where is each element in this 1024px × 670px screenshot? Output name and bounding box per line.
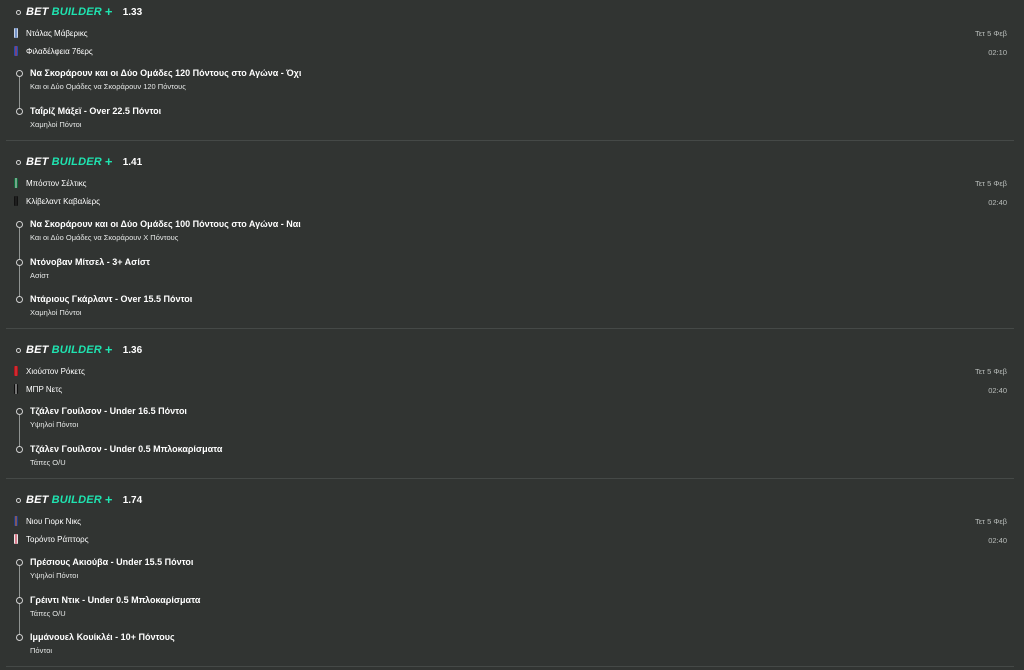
jersey-icon <box>14 178 18 188</box>
event-time: 02:10 <box>988 48 1007 57</box>
bet-builder-logo: BET BUILDER + <box>26 342 113 357</box>
selection-dot-icon <box>16 408 23 415</box>
bet-builder-header: BET BUILDER + 1.33 <box>16 4 142 20</box>
bet-builder-logo: BET BUILDER + <box>26 154 113 169</box>
event-date: Τετ 5 Φεβ <box>974 179 1007 188</box>
bet-builder-card[interactable]: BET BUILDER + 1.36 Χιούστον Ρόκετς ΜΠΡ Ν… <box>6 338 1014 479</box>
logo-bet-text: BET <box>26 156 49 168</box>
selection-market: Ασίστ <box>30 271 49 280</box>
selection-market: Χαμηλοί Πόντοι <box>30 308 82 317</box>
bet-odds: 1.74 <box>122 494 143 506</box>
team-away-name: Φιλαδέλφεια 76ερς <box>26 46 93 56</box>
selection-title: Να Σκοράρουν και οι Δύο Ομάδες 100 Πόντο… <box>30 219 301 229</box>
bet-odds: 1.33 <box>122 6 143 18</box>
jersey-icon <box>14 366 18 376</box>
selection-market: Τάπες O/U <box>30 609 66 618</box>
selection-dot-icon <box>16 597 23 604</box>
selection-title: Ιμμάνουελ Κουίκλέι - 10+ Πόντους <box>30 632 175 642</box>
logo-builder-text: BUILDER <box>51 494 102 506</box>
plus-icon: + <box>104 342 113 357</box>
selection-dot-icon <box>16 259 23 266</box>
team-home-name: Χιούστον Ρόκετς <box>26 366 85 376</box>
bet-builder-header: BET BUILDER + 1.41 <box>16 154 142 170</box>
selection-title: Γρέιντι Ντικ - Under 0.5 Μπλοκαρίσματα <box>30 595 201 605</box>
team-home-name: Μπόστον Σέλτικς <box>26 178 87 188</box>
event-date: Τετ 5 Φεβ <box>974 367 1007 376</box>
bet-builder-list[interactable]: BET BUILDER + 1.33 Ντάλας Μάβερικς Φιλαδ… <box>0 0 1024 670</box>
event-time: 02:40 <box>988 536 1007 545</box>
team-home: Χιούστον Ρόκετς <box>14 364 85 378</box>
circle-icon <box>16 159 21 165</box>
event-time: 02:40 <box>988 198 1007 207</box>
selection-dot-icon <box>16 634 23 641</box>
selection-dot-icon <box>16 296 23 303</box>
selection-title: Τζάλεν Γουίλσον - Under 16.5 Πόντοι <box>30 406 187 416</box>
circle-icon <box>16 347 21 353</box>
selection-market: Πόντοι <box>30 646 53 655</box>
bet-builder-card[interactable]: BET BUILDER + 1.33 Ντάλας Μάβερικς Φιλαδ… <box>6 0 1014 141</box>
team-away: Κλίβελαντ Καβαλίερς <box>14 194 100 208</box>
team-home-name: Ντάλας Μάβερικς <box>26 28 88 38</box>
jersey-icon <box>14 196 18 206</box>
team-away-name: ΜΠΡ Νετς <box>26 384 63 394</box>
logo-builder-text: BUILDER <box>51 156 102 168</box>
team-home-name: Νιου Γιορκ Νικς <box>26 516 81 526</box>
selection-market: Τάπες O/U <box>30 458 66 467</box>
logo-bet-text: BET <box>26 6 49 18</box>
jersey-icon <box>14 384 18 394</box>
event-date: Τετ 5 Φεβ <box>974 29 1007 38</box>
selection-market: Και οι Δύο Ομάδες να Σκοράρουν Χ Πόντους <box>30 233 179 242</box>
team-away-name: Κλίβελαντ Καβαλίερς <box>26 196 101 206</box>
selection-title: Πρέσιους Ακιούβα - Under 15.5 Πόντοι <box>30 557 194 567</box>
selection-market: Υψηλοί Πόντοι <box>30 571 79 580</box>
selection-dot-icon <box>16 70 23 77</box>
bet-builder-card[interactable]: BET BUILDER + 1.41 Μπόστον Σέλτικς Κλίβε… <box>6 150 1014 329</box>
event-date: Τετ 5 Φεβ <box>974 517 1007 526</box>
jersey-icon <box>14 28 18 38</box>
circle-icon <box>16 9 21 15</box>
bet-builder-header: BET BUILDER + 1.36 <box>16 342 142 358</box>
team-home: Μπόστον Σέλτικς <box>14 176 87 190</box>
logo-builder-text: BUILDER <box>51 6 102 18</box>
bet-builder-card[interactable]: BET BUILDER + 1.74 Νιου Γιορκ Νικς Τορόν… <box>6 488 1014 667</box>
jersey-icon <box>14 516 18 526</box>
selection-market: Χαμηλοί Πόντοι <box>30 120 82 129</box>
team-away: Φιλαδέλφεια 76ερς <box>14 44 93 58</box>
team-home: Ντάλας Μάβερικς <box>14 26 88 40</box>
logo-bet-text: BET <box>26 344 49 356</box>
bet-builder-logo: BET BUILDER + <box>26 492 113 507</box>
bet-odds: 1.36 <box>122 344 143 356</box>
team-away-name: Τορόντο Ράπτορς <box>26 534 89 544</box>
selection-market: Υψηλοί Πόντοι <box>30 420 79 429</box>
plus-icon: + <box>104 4 113 19</box>
selection-market: Και οι Δύο Ομάδες να Σκοράρουν 120 Πόντο… <box>30 82 186 91</box>
selection-dot-icon <box>16 446 23 453</box>
selection-title: Ταΐρίζ Μάξεϊ - Over 22.5 Πόντοι <box>30 106 162 116</box>
selection-dot-icon <box>16 221 23 228</box>
team-away: Τορόντο Ράπτορς <box>14 532 89 546</box>
bet-builder-header: BET BUILDER + 1.74 <box>16 492 142 508</box>
logo-bet-text: BET <box>26 494 49 506</box>
logo-builder-text: BUILDER <box>51 344 102 356</box>
circle-icon <box>16 497 21 503</box>
selection-title: Τζάλεν Γουίλσον - Under 0.5 Μπλοκαρίσματ… <box>30 444 223 454</box>
selection-dot-icon <box>16 559 23 566</box>
event-time: 02:40 <box>988 386 1007 395</box>
jersey-icon <box>14 46 18 56</box>
jersey-icon <box>14 534 18 544</box>
selection-title: Να Σκοράρουν και οι Δύο Ομάδες 120 Πόντο… <box>30 68 302 78</box>
plus-icon: + <box>104 492 113 507</box>
selection-title: Ντάριους Γκάρλαντ - Over 15.5 Πόντοι <box>30 294 193 304</box>
selection-dot-icon <box>16 108 23 115</box>
bet-odds: 1.41 <box>122 156 143 168</box>
plus-icon: + <box>104 154 113 169</box>
team-home: Νιου Γιορκ Νικς <box>14 514 81 528</box>
selection-title: Ντόνοβαν Μίτσελ - 3+ Ασίστ <box>30 257 151 267</box>
team-away: ΜΠΡ Νετς <box>14 382 62 396</box>
bet-builder-logo: BET BUILDER + <box>26 4 113 19</box>
